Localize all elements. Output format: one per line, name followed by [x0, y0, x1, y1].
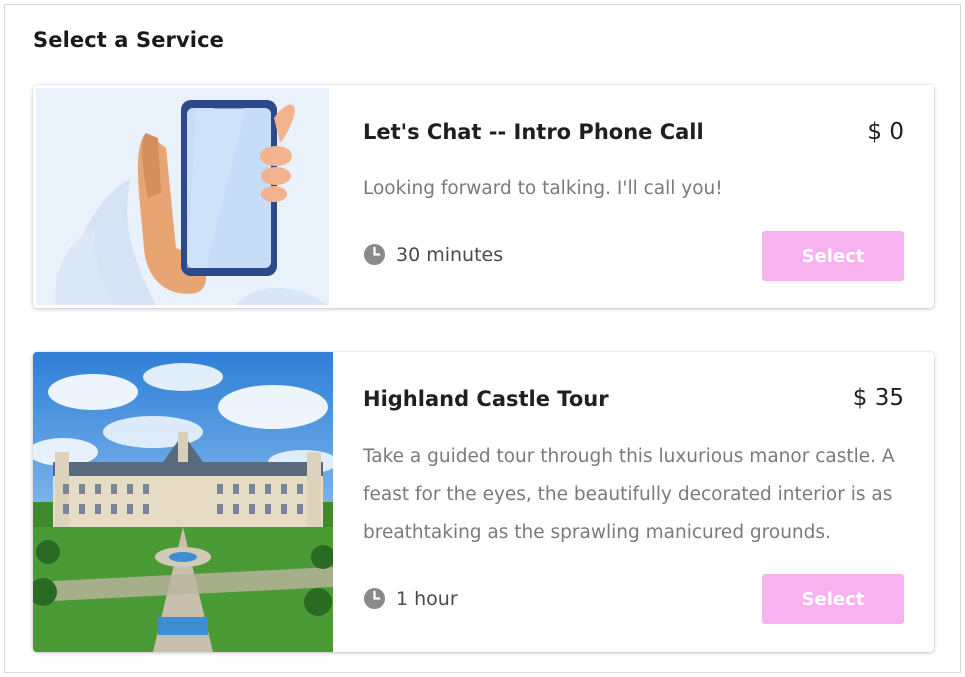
service-price: $ 0 [867, 119, 904, 145]
select-button[interactable]: Select [762, 231, 904, 281]
services-panel: Select a Service Let's Chat -- Intro Pho… [4, 4, 961, 673]
service-card[interactable]: Highland Castle Tour $ 35 Take a guided … [33, 352, 934, 652]
service-price: $ 35 [852, 385, 904, 411]
service-title: Highland Castle Tour [363, 387, 609, 411]
page-title: Select a Service [33, 28, 224, 52]
service-title: Let's Chat -- Intro Phone Call [363, 120, 704, 144]
select-button[interactable]: Select [762, 574, 904, 624]
clock-icon [363, 587, 386, 610]
service-duration: 1 hour [363, 587, 458, 610]
clock-icon [363, 243, 386, 266]
service-description: Take a guided tour through this luxuriou… [363, 446, 895, 543]
service-duration: 30 minutes [363, 243, 503, 266]
duration-label: 30 minutes [396, 243, 504, 266]
service-description: Looking forward to talking. I'll call yo… [363, 178, 723, 199]
service-card[interactable]: Let's Chat -- Intro Phone Call $ 0 Looki… [33, 85, 934, 308]
service-image-phone [36, 88, 329, 305]
duration-label: 1 hour [396, 587, 458, 610]
service-image-castle [33, 352, 333, 652]
